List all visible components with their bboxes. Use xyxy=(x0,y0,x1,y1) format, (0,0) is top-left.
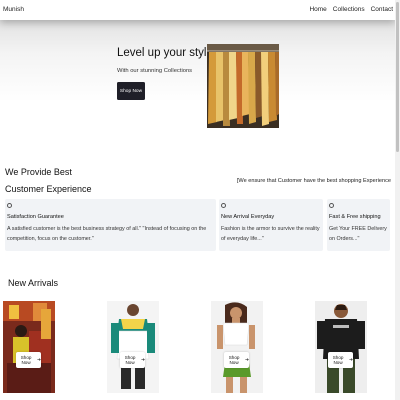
shop-now-button-3[interactable]: Shop Now ➔ xyxy=(224,352,249,368)
shop-now-button-2[interactable]: Shop Now ➔ xyxy=(120,352,145,368)
feature-card-new-arrival: New Arrival Everyday Fashion is the armo… xyxy=(219,199,323,251)
provide-heading-line1: We Provide Best xyxy=(5,167,72,177)
feature-text: A satisfied customer is the best busines… xyxy=(7,226,207,242)
shop-now-button-4[interactable]: Shop Now ➔ xyxy=(328,352,353,368)
product-image-3 xyxy=(211,301,263,393)
circle-icon xyxy=(7,203,12,208)
product-card-2[interactable]: Shop Now ➔ xyxy=(107,301,159,393)
product-image-1 xyxy=(3,301,55,393)
circle-icon xyxy=(329,203,334,208)
nav-link-collections[interactable]: Collections xyxy=(333,6,365,13)
feature-card-shipping: Fast & Free shipping Get Your FREE Deliv… xyxy=(327,199,390,251)
provide-heading-line2: Customer Experience xyxy=(5,184,92,194)
shop-now-label: Shop Now xyxy=(124,355,136,365)
shop-now-button-1[interactable]: Shop Now ➔ xyxy=(16,352,41,368)
nav-link-home[interactable]: Home xyxy=(309,6,326,13)
hero-clothing-rack-image xyxy=(207,44,279,128)
arrow-right-icon: ➔ xyxy=(349,357,353,362)
hero-subtitle: With our stunning Collections xyxy=(117,68,193,74)
page-scrollbar[interactable] xyxy=(395,0,400,400)
provide-tagline: [We ensure that Customer have the best s… xyxy=(236,178,391,184)
product-image-2 xyxy=(107,301,159,393)
shop-now-label: Shop Now xyxy=(332,355,344,365)
feature-text: Get Your FREE Delivery on Orders..." xyxy=(329,226,387,242)
product-image-4 xyxy=(315,301,367,393)
scrollbar-thumb[interactable] xyxy=(396,2,399,152)
feature-title: Fast & Free shipping xyxy=(329,214,381,220)
arrow-right-icon: ➔ xyxy=(245,357,249,362)
product-card-4[interactable]: Shop Now ➔ xyxy=(315,301,367,393)
feature-title: Satisfaction Guarantee xyxy=(7,214,64,220)
circle-icon xyxy=(221,203,226,208)
arrow-right-icon: ➔ xyxy=(37,357,41,362)
feature-title: New Arrival Everyday xyxy=(221,214,275,220)
hero-title: Level up your style xyxy=(117,47,213,59)
product-card-1[interactable]: Shop Now ➔ xyxy=(3,301,55,393)
shop-now-label: Shop Now xyxy=(20,355,32,365)
nav-links: Home Collections Contact xyxy=(309,6,393,13)
hero-shop-now-button[interactable]: Shop Now xyxy=(117,82,145,100)
nav-link-contact[interactable]: Contact xyxy=(371,6,393,13)
hero-section xyxy=(0,20,395,156)
new-arrivals-title: New Arrivals xyxy=(8,278,59,288)
feature-card-satisfaction: Satisfaction Guarantee A satisfied custo… xyxy=(5,199,216,251)
shop-now-label: Shop Now xyxy=(228,355,240,365)
feature-text: Fashion is the armor to survive the real… xyxy=(221,226,320,242)
navbar: Munish Home Collections Contact xyxy=(0,0,395,20)
product-card-3[interactable]: Shop Now ➔ xyxy=(211,301,263,393)
arrow-right-icon: ➔ xyxy=(141,357,145,362)
brand-logo[interactable]: Munish xyxy=(3,6,24,13)
